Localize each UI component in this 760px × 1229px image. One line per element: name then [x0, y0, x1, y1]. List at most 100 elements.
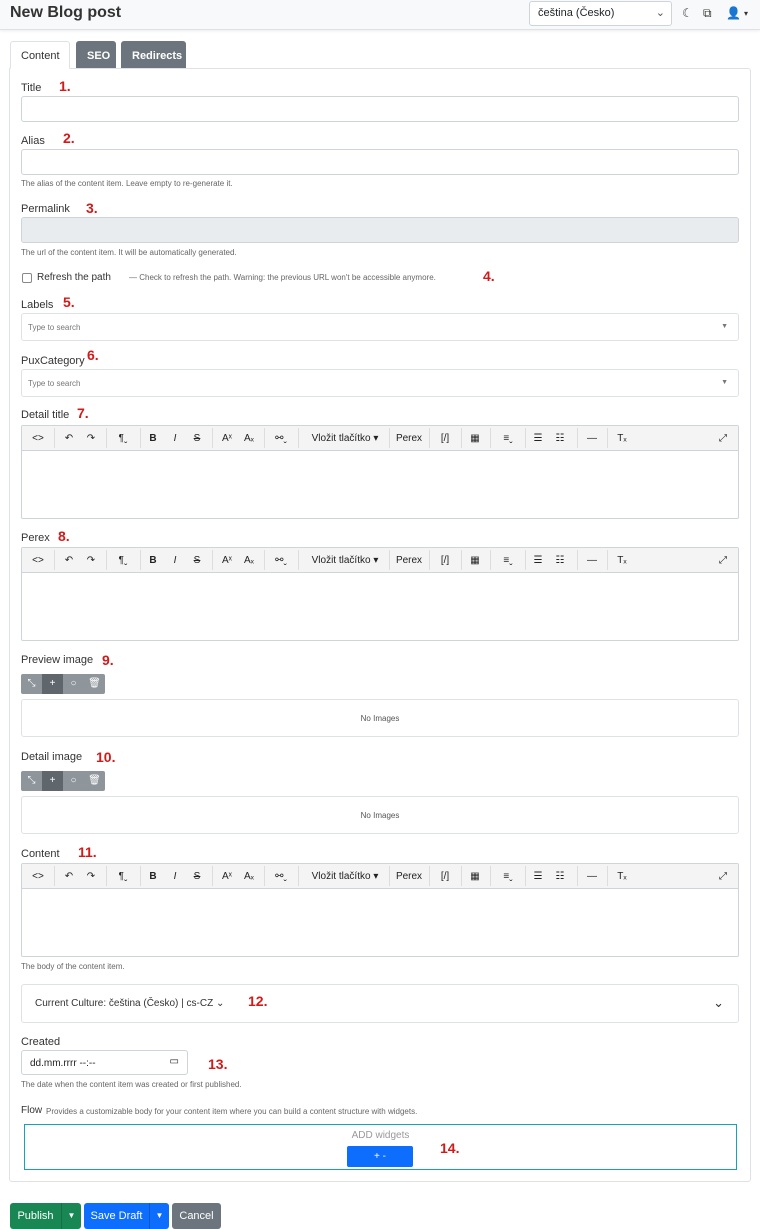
italic-icon[interactable]: I [166, 864, 184, 888]
code-view-icon[interactable]: <> [27, 548, 49, 572]
table-icon[interactable]: ▦ [465, 864, 485, 888]
superscript-icon[interactable]: Aˣ [218, 548, 236, 572]
table-icon[interactable]: ▦ [465, 426, 485, 450]
add-widget-button[interactable]: + - [347, 1146, 413, 1167]
created-datetime-input[interactable]: dd.mm.rrrr --:-- ▭ [21, 1050, 188, 1075]
fullscreen-icon[interactable]: ⤢ [714, 426, 732, 450]
insert-button-dropdown[interactable]: Vložit tlačítko ▾ [304, 864, 386, 888]
created-help: The date when the content item was creat… [21, 1080, 242, 1089]
bold-icon[interactable]: B [144, 426, 162, 450]
publish-dropdown-icon[interactable]: ▼ [61, 1203, 81, 1229]
paragraph-icon[interactable]: ¶ˬ [112, 864, 134, 888]
subscript-icon[interactable]: Aₓ [240, 548, 258, 572]
moon-icon[interactable]: ☾ [682, 6, 693, 20]
italic-icon[interactable]: I [166, 548, 184, 572]
content-label: Content [21, 848, 60, 860]
pux-category-label: PuxCategory [21, 355, 85, 367]
align-icon[interactable]: ≡ˬ [496, 548, 520, 572]
tab-seo[interactable]: SEO [76, 41, 116, 69]
tab-redirects[interactable]: Redirects [121, 41, 186, 69]
undo-icon[interactable]: ↶ [60, 548, 78, 572]
strikethrough-icon[interactable]: S [188, 864, 206, 888]
align-icon[interactable]: ≡ˬ [496, 864, 520, 888]
culture-select[interactable]: čeština (Česko) ⌄ [529, 1, 672, 26]
perex-button[interactable]: Perex [392, 864, 426, 888]
shortcode-icon[interactable]: [/] [434, 548, 456, 572]
subscript-icon[interactable]: Aₓ [240, 426, 258, 450]
perex-button[interactable]: Perex [392, 548, 426, 572]
clear-format-icon[interactable]: Tₓ [613, 864, 631, 888]
link-icon[interactable]: ⚯ˬ [270, 864, 292, 888]
superscript-icon[interactable]: Aˣ [218, 864, 236, 888]
horizontal-rule-icon[interactable]: — [583, 864, 601, 888]
labels-select[interactable]: Type to search ▼ [21, 313, 739, 341]
publish-button[interactable]: Publish [10, 1203, 61, 1229]
alias-input[interactable] [21, 149, 739, 175]
horizontal-rule-icon[interactable]: — [583, 548, 601, 572]
preview-image-dropzone[interactable]: No Images [21, 699, 739, 737]
culture-accordion[interactable]: Current Culture: čeština (Česko) | cs-CZ… [21, 984, 739, 1023]
calendar-icon[interactable]: ▭ [170, 1056, 179, 1067]
resize-icon[interactable]: ⤡ [21, 771, 42, 791]
pux-category-select[interactable]: Type to search ▼ [21, 369, 739, 397]
bold-icon[interactable]: B [144, 548, 162, 572]
insert-button-dropdown[interactable]: Vložit tlačítko ▾ [304, 426, 386, 450]
horizontal-rule-icon[interactable]: — [583, 426, 601, 450]
shortcode-icon[interactable]: [/] [434, 426, 456, 450]
numbered-list-icon[interactable]: ☷ [551, 548, 569, 572]
bullet-list-icon[interactable]: ☰ [529, 864, 547, 888]
user-menu-caret-icon[interactable]: ▾ [744, 9, 748, 18]
detail-title-editor[interactable]: <> ↶ ↷ ¶ˬ B I S Aˣ Aₓ ⚯ˬ Vložit tlačítko… [21, 425, 739, 519]
resize-icon[interactable]: ⤡ [21, 674, 42, 694]
external-link-icon[interactable]: ⧉ [703, 6, 712, 21]
fullscreen-icon[interactable]: ⤢ [714, 864, 732, 888]
title-input[interactable] [21, 96, 739, 122]
redo-icon[interactable]: ↷ [82, 548, 100, 572]
comment-icon[interactable]: ○ [63, 674, 84, 694]
code-view-icon[interactable]: <> [27, 426, 49, 450]
undo-icon[interactable]: ↶ [60, 864, 78, 888]
detail-image-dropzone[interactable]: No Images [21, 796, 739, 834]
add-image-button[interactable]: + [42, 674, 63, 694]
link-icon[interactable]: ⚯ˬ [270, 426, 292, 450]
user-icon[interactable]: 👤 [726, 6, 741, 20]
preview-image-label: Preview image [21, 654, 94, 666]
table-icon[interactable]: ▦ [465, 548, 485, 572]
comment-icon[interactable]: ○ [63, 771, 84, 791]
undo-icon[interactable]: ↶ [60, 426, 78, 450]
bullet-list-icon[interactable]: ☰ [529, 548, 547, 572]
refresh-path-checkbox[interactable] [22, 273, 32, 283]
trash-icon[interactable]: 🗑 [84, 674, 105, 694]
paragraph-icon[interactable]: ¶ˬ [112, 426, 134, 450]
content-editor[interactable]: <> ↶ ↷ ¶ˬ B I S Aˣ Aₓ ⚯ˬ Vložit tlačítko… [21, 863, 739, 957]
numbered-list-icon[interactable]: ☷ [551, 426, 569, 450]
clear-format-icon[interactable]: Tₓ [613, 426, 631, 450]
code-view-icon[interactable]: <> [27, 864, 49, 888]
link-icon[interactable]: ⚯ˬ [270, 548, 292, 572]
perex-editor[interactable]: <> ↶ ↷ ¶ˬ B I S Aˣ Aₓ ⚯ˬ Vložit tlačítko… [21, 547, 739, 641]
page-title: New Blog post [10, 4, 122, 21]
cancel-button[interactable]: Cancel [172, 1203, 221, 1229]
paragraph-icon[interactable]: ¶ˬ [112, 548, 134, 572]
redo-icon[interactable]: ↷ [82, 864, 100, 888]
align-icon[interactable]: ≡ˬ [496, 426, 520, 450]
fullscreen-icon[interactable]: ⤢ [714, 548, 732, 572]
clear-format-icon[interactable]: Tₓ [613, 548, 631, 572]
strikethrough-icon[interactable]: S [188, 426, 206, 450]
italic-icon[interactable]: I [166, 426, 184, 450]
superscript-icon[interactable]: Aˣ [218, 426, 236, 450]
bullet-list-icon[interactable]: ☰ [529, 426, 547, 450]
save-draft-button[interactable]: Save Draft [84, 1203, 149, 1229]
save-draft-dropdown-icon[interactable]: ▼ [149, 1203, 169, 1229]
numbered-list-icon[interactable]: ☷ [551, 864, 569, 888]
perex-button[interactable]: Perex [392, 426, 426, 450]
subscript-icon[interactable]: Aₓ [240, 864, 258, 888]
trash-icon[interactable]: 🗑 [84, 771, 105, 791]
strikethrough-icon[interactable]: S [188, 548, 206, 572]
redo-icon[interactable]: ↷ [82, 426, 100, 450]
add-image-button[interactable]: + [42, 771, 63, 791]
tab-content[interactable]: Content [10, 41, 70, 69]
shortcode-icon[interactable]: [/] [434, 864, 456, 888]
bold-icon[interactable]: B [144, 864, 162, 888]
insert-button-dropdown[interactable]: Vložit tlačítko ▾ [304, 548, 386, 572]
